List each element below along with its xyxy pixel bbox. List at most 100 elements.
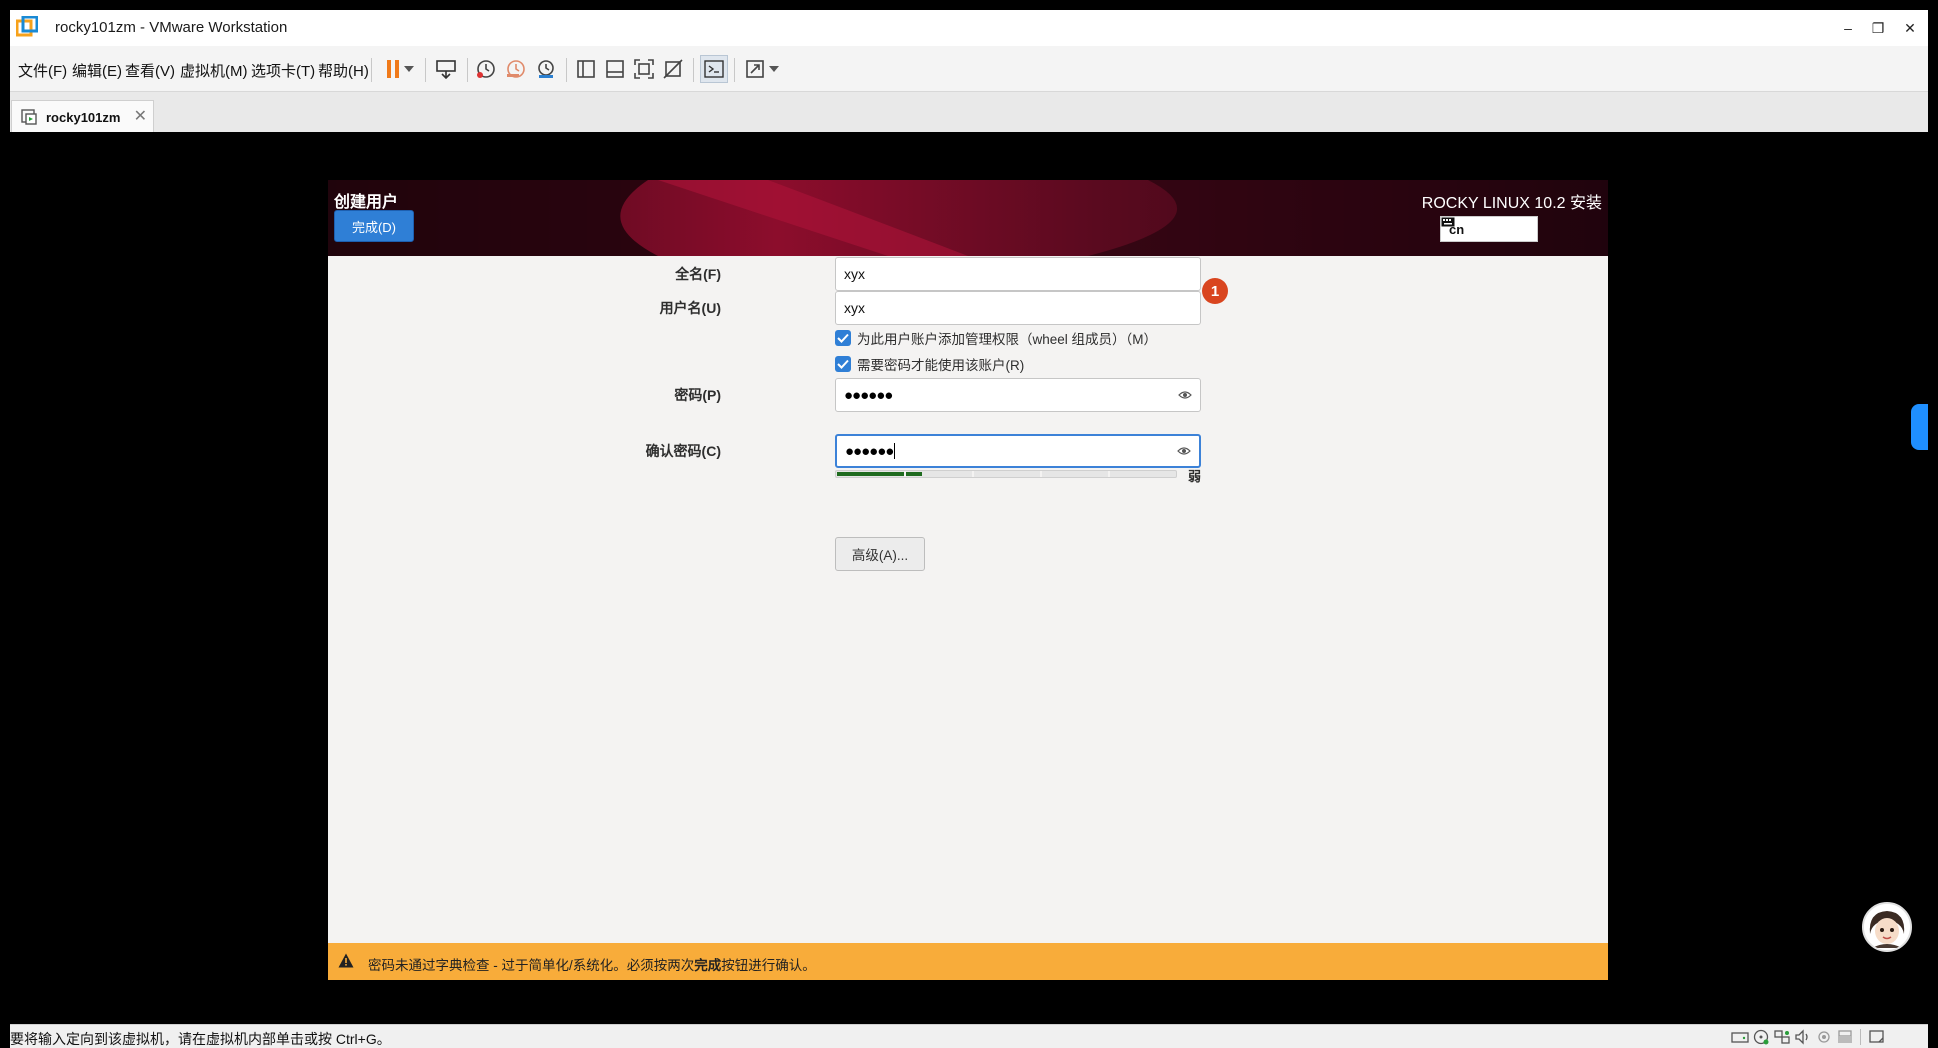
- toolbar-separator: [566, 58, 567, 82]
- username-label: 用户名(U): [659, 300, 721, 316]
- console-view-icon: [704, 60, 724, 78]
- revert-snapshot-icon: [507, 60, 525, 78]
- avatar-face-icon: [1864, 904, 1910, 950]
- menu-help[interactable]: 帮助(H): [318, 60, 369, 81]
- menu-edit[interactable]: 编辑(E): [72, 60, 122, 81]
- fullname-field[interactable]: xyx: [835, 257, 1201, 291]
- status-message: 要将输入定向到该虚拟机，请在虚拟机内部单击或按 Ctrl+G。: [10, 1031, 391, 1047]
- warning-message: 密码未通过字典检查 - 过于简单化/系统化。必须按两次完成按钮进行确认。: [368, 954, 816, 974]
- strength-segment-divider: [904, 471, 906, 477]
- no-scale-button[interactable]: [659, 55, 687, 83]
- screen: rocky101zm - VMware Workstation – ❐ ✕ 文件…: [0, 0, 1938, 1048]
- password-strength-label: 弱: [1188, 469, 1202, 484]
- strength-segment-divider: [972, 471, 974, 477]
- assistant-avatar[interactable]: [1862, 902, 1912, 952]
- product-title: ROCKY LINUX 10.2 安装: [1421, 195, 1602, 212]
- strength-segment-divider: [1040, 471, 1042, 477]
- menu-vm[interactable]: 虚拟机(M): [180, 60, 248, 81]
- snapshot-icon: [477, 60, 495, 78]
- message-log-icon[interactable]: [1868, 1029, 1886, 1045]
- warning-message-prefix: 密码未通过字典检查 - 过于简单化/系统化。必须按两次: [368, 958, 695, 973]
- vmware-window: rocky101zm - VMware Workstation – ❐ ✕ 文件…: [10, 10, 1928, 1048]
- confirm-password-label: 确认密码(C): [645, 443, 721, 459]
- require-password-checkbox-label: 需要密码才能使用该账户(R): [857, 358, 1025, 373]
- cd-dvd-icon[interactable]: [1752, 1029, 1770, 1045]
- confirm-password-field[interactable]: ●●●●●●: [835, 434, 1201, 468]
- eye-icon[interactable]: [1177, 444, 1191, 458]
- checkmark-icon: [837, 333, 849, 343]
- revert-snapshot-button[interactable]: [502, 55, 530, 83]
- advanced-button[interactable]: 高级(A)...: [835, 537, 925, 571]
- tab-rocky101zm[interactable]: rocky101zm ✕: [11, 100, 154, 132]
- require-password-checkbox-row[interactable]: 需要密码才能使用该账户(R): [835, 354, 1024, 374]
- strength-segment-divider: [1108, 471, 1110, 477]
- admin-checkbox-label: 为此用户账户添加管理权限（wheel 组成员）（M）: [857, 332, 1158, 347]
- status-bar: 要将输入定向到该虚拟机，请在虚拟机内部单击或按 Ctrl+G。: [10, 1024, 1928, 1048]
- admin-checkbox[interactable]: [835, 330, 851, 346]
- chevron-down-icon: [769, 66, 779, 72]
- close-icon: ✕: [1904, 19, 1916, 36]
- password-strength-fill: [837, 472, 922, 476]
- fullname-value: xyx: [844, 266, 865, 282]
- anaconda-installer: 创建用户 完成(D) ROCKY LINUX 10.2 安装 cn 全名(F) …: [328, 180, 1608, 980]
- password-field[interactable]: ●●●●●●: [835, 378, 1201, 412]
- restore-button[interactable]: ❐: [1864, 14, 1892, 42]
- printer-icon[interactable]: [1836, 1029, 1854, 1045]
- warning-message-suffix: 按钮进行确认。: [721, 958, 816, 973]
- tab-label: rocky101zm: [46, 110, 121, 125]
- keyboard-icon: [1441, 217, 1455, 227]
- page-title: 创建用户: [334, 194, 399, 211]
- password-label: 密码(P): [674, 387, 721, 403]
- toolbar-separator: [467, 58, 468, 82]
- vmware-app-icon: [16, 16, 38, 37]
- username-value: xyx: [844, 300, 865, 316]
- minimize-icon: –: [1844, 20, 1852, 36]
- console-view-button[interactable]: [700, 55, 728, 83]
- fit-guest-button[interactable]: [630, 55, 658, 83]
- keyboard-layout-indicator[interactable]: cn: [1440, 216, 1538, 242]
- menu-file[interactable]: 文件(F): [18, 60, 67, 81]
- full-screen-icon: [746, 60, 764, 78]
- eye-icon[interactable]: [1178, 388, 1192, 402]
- power-dropdown[interactable]: [402, 55, 416, 83]
- toolbar-separator: [693, 58, 694, 82]
- checkmark-icon: [837, 359, 849, 369]
- chevron-down-icon: [404, 66, 414, 72]
- snapshot-button[interactable]: [472, 55, 500, 83]
- snapshot-manager-button[interactable]: [532, 55, 560, 83]
- admin-checkbox-row[interactable]: 为此用户账户添加管理权限（wheel 组成员）（M）: [835, 328, 1157, 348]
- hard-disk-icon[interactable]: [1731, 1029, 1749, 1045]
- menu-view[interactable]: 查看(V): [125, 60, 175, 81]
- close-icon[interactable]: ✕: [134, 106, 147, 126]
- sound-icon[interactable]: [1794, 1029, 1812, 1045]
- thumbnail-bar-icon: [606, 60, 624, 78]
- full-screen-button[interactable]: [741, 55, 769, 83]
- no-scale-icon: [663, 59, 683, 79]
- vm-display[interactable]: 创建用户 完成(D) ROCKY LINUX 10.2 安装 cn 全名(F) …: [10, 132, 1928, 1024]
- show-library-button[interactable]: [572, 55, 600, 83]
- banner-background: [328, 180, 1608, 256]
- error-badge[interactable]: 1: [1202, 278, 1228, 304]
- send-ctrl-alt-del-icon: [436, 60, 456, 79]
- side-assistant-handle[interactable]: [1911, 404, 1928, 450]
- usb-icon[interactable]: [1815, 1029, 1833, 1045]
- done-button[interactable]: 完成(D): [334, 210, 414, 242]
- warning-icon: [338, 953, 354, 968]
- minimize-button[interactable]: –: [1834, 14, 1862, 42]
- thumbnail-bar-button[interactable]: [601, 55, 629, 83]
- tab-bar: rocky101zm ✕: [10, 92, 1928, 132]
- toolbar-separator: [734, 58, 735, 82]
- toolbar-separator: [371, 58, 372, 82]
- menu-tabs[interactable]: 选项卡(T): [251, 60, 315, 81]
- warning-message-bold: 完成: [694, 958, 722, 973]
- menu-bar: 文件(F) 编辑(E) 查看(V) 虚拟机(M) 选项卡(T) 帮助(H): [10, 46, 1928, 92]
- network-icon[interactable]: [1773, 1029, 1791, 1045]
- snapshot-manager-icon: [538, 60, 554, 78]
- show-library-icon: [577, 60, 595, 78]
- send-ctrl-alt-del-button[interactable]: [432, 55, 460, 83]
- status-separator: [1860, 1029, 1861, 1045]
- full-screen-dropdown[interactable]: [767, 55, 781, 83]
- close-window-button[interactable]: ✕: [1896, 14, 1924, 42]
- username-field[interactable]: xyx: [835, 291, 1201, 325]
- require-password-checkbox[interactable]: [835, 356, 851, 372]
